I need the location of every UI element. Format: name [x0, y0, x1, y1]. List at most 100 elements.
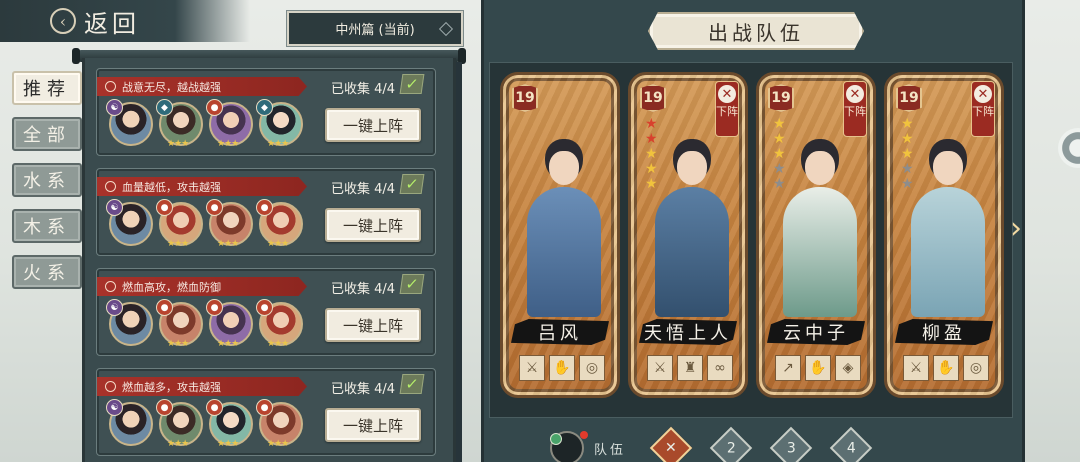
scrollbar[interactable] [456, 62, 462, 462]
collected-count: 已收集 4/4 [330, 82, 395, 97]
one-click-deploy-button[interactable]: 一键上阵 [325, 208, 421, 242]
hero-head [933, 151, 963, 185]
equipment-row: ⚔ ✋ ◎ [903, 355, 989, 381]
hero-head [549, 151, 579, 185]
chapter-selector[interactable]: 中州篇 (当前) [286, 10, 464, 47]
tab-all[interactable]: 全部 [12, 117, 82, 151]
fire-icon: ● [206, 199, 223, 216]
tab-label: 水系 [23, 171, 71, 192]
star-icon: ★ [773, 176, 786, 192]
team-tab-2[interactable]: 2 [709, 426, 753, 462]
team-tab-active[interactable]: ✕ [649, 426, 693, 462]
remove-button[interactable]: ✕ 下阵 [715, 81, 739, 137]
hero-name: 柳盈 [895, 319, 993, 345]
check-icon: ✓ [399, 74, 425, 94]
stars-icon: ★★★ [217, 439, 239, 449]
avatar[interactable]: ● ★★★ [206, 99, 253, 149]
avatar[interactable]: ● ★★★ [156, 299, 203, 349]
one-click-deploy-button[interactable]: 一键上阵 [325, 408, 421, 442]
close-icon: ✕ [974, 85, 992, 103]
hero-head [805, 151, 835, 185]
hero-name: 天悟上人 [639, 319, 737, 345]
avatar[interactable]: ☯ [106, 399, 153, 446]
bracelet-icon[interactable]: ◎ [579, 355, 605, 381]
back-arrow-icon: ‹ [50, 8, 76, 34]
avatar[interactable]: ☯ [106, 99, 153, 146]
yinyang-icon: ☯ [106, 399, 123, 416]
armor-icon[interactable]: ♜ [677, 355, 703, 381]
stars-icon: ★★★ [217, 339, 239, 349]
team-emblem-icon[interactable] [550, 431, 588, 462]
star-icon: ★ [901, 161, 914, 177]
bracelet-icon[interactable]: ◎ [963, 355, 989, 381]
tab-label: 火系 [23, 263, 71, 284]
avatar[interactable]: ● ★★★ [156, 199, 203, 249]
lineup-banner: 燃血越多，攻击越强 [97, 377, 307, 396]
avatar[interactable]: ● ★★★ [156, 399, 203, 449]
fire-icon: ● [256, 399, 273, 416]
sword-icon[interactable]: ⚔ [519, 355, 545, 381]
star-rating: ★ ★ ★ ★ ★ [645, 117, 658, 191]
tab-label: 木系 [23, 217, 71, 238]
avatar[interactable]: ● ★★★ [256, 199, 303, 249]
fire-icon: ● [256, 299, 273, 316]
orb-icon[interactable] [1058, 128, 1080, 168]
hero-portrait [773, 129, 859, 317]
avatar[interactable]: ◆ ★★★ [156, 99, 203, 149]
check-icon: ✓ [399, 174, 425, 194]
tab-water[interactable]: 水系 [12, 163, 82, 197]
gauntlet-icon[interactable]: ✋ [805, 355, 831, 381]
hero-card[interactable]: 19 ★ ★ ★ ★ ★ ✕ 下阵 云中子 ↗ ✋ ◈ [756, 72, 876, 398]
fire-icon: ● [206, 299, 223, 316]
charm-icon[interactable]: ∞ [707, 355, 733, 381]
hero-portrait [645, 129, 731, 317]
remove-button[interactable]: ✕ 下阵 [971, 81, 995, 137]
team-tab-label: 4 [846, 439, 856, 456]
team-tab-3[interactable]: 3 [769, 426, 813, 462]
level-badge: 19 [896, 84, 922, 112]
stars-icon: ★★★ [217, 239, 239, 249]
avatar[interactable]: ● ★★★ [206, 399, 253, 449]
one-click-deploy-button[interactable]: 一键上阵 [325, 308, 421, 342]
gauntlet-icon[interactable]: ✋ [933, 355, 959, 381]
tab-wood[interactable]: 木系 [12, 209, 82, 243]
sword-icon[interactable]: ⚔ [903, 355, 929, 381]
fire-icon: ● [206, 99, 223, 116]
avatar-row: ☯ ● ★★★ ● ★★★ ● ★★★ [106, 399, 303, 449]
hero-portrait [901, 129, 987, 317]
yinyang-icon: ☯ [106, 199, 123, 216]
tab-label: 推荐 [23, 79, 71, 100]
gauntlet-icon[interactable]: ✋ [549, 355, 575, 381]
star-icon: ★ [773, 116, 786, 132]
stars-icon: ★★★ [267, 439, 289, 449]
avatar[interactable]: ● ★★★ [256, 399, 303, 449]
back-button[interactable]: ‹ 返回 [50, 4, 140, 38]
hero-card[interactable]: 19 ★ ★ ★ ★ ★ ✕ 下阵 柳盈 ⚔ ✋ ◎ [884, 72, 1004, 398]
one-click-deploy-button[interactable]: 一键上阵 [325, 108, 421, 142]
avatar[interactable]: ● ★★★ [256, 299, 303, 349]
star-icon: ★ [773, 161, 786, 177]
close-icon: ✕ [718, 85, 736, 103]
avatar[interactable]: ☯ [106, 299, 153, 346]
avatar[interactable]: ● ★★★ [206, 199, 253, 249]
lineup-banner: 燃血高攻，燃血防御 [97, 277, 307, 296]
diamond-icon [438, 21, 454, 37]
team-tab-4[interactable]: 4 [829, 426, 873, 462]
remove-button[interactable]: ✕ 下阵 [843, 81, 867, 137]
hero-card[interactable]: 19 吕风 ⚔ ✋ ◎ [500, 72, 620, 398]
hero-card[interactable]: 19 ★ ★ ★ ★ ★ ✕ 下阵 天悟上人 ⚔ ♜ ∞ [628, 72, 748, 398]
avatar[interactable]: ◆ ★★★ [256, 99, 303, 149]
hero-robe [911, 187, 985, 317]
avatar-row: ☯ ◆ ★★★ ● ★★★ ◆ ★★★ [106, 99, 303, 149]
tab-recommended[interactable]: 推荐 [12, 71, 82, 105]
next-arrow-icon[interactable]: › [1010, 214, 1034, 246]
avatar[interactable]: ● ★★★ [206, 299, 253, 349]
spear-icon[interactable]: ↗ [775, 355, 801, 381]
magnifier-icon [105, 281, 116, 292]
shield-icon[interactable]: ◈ [835, 355, 861, 381]
tab-fire[interactable]: 火系 [12, 255, 82, 289]
sword-icon[interactable]: ⚔ [647, 355, 673, 381]
team-tab-label: 2 [726, 439, 736, 456]
equipment-row: ⚔ ♜ ∞ [647, 355, 733, 381]
avatar[interactable]: ☯ [106, 199, 153, 246]
